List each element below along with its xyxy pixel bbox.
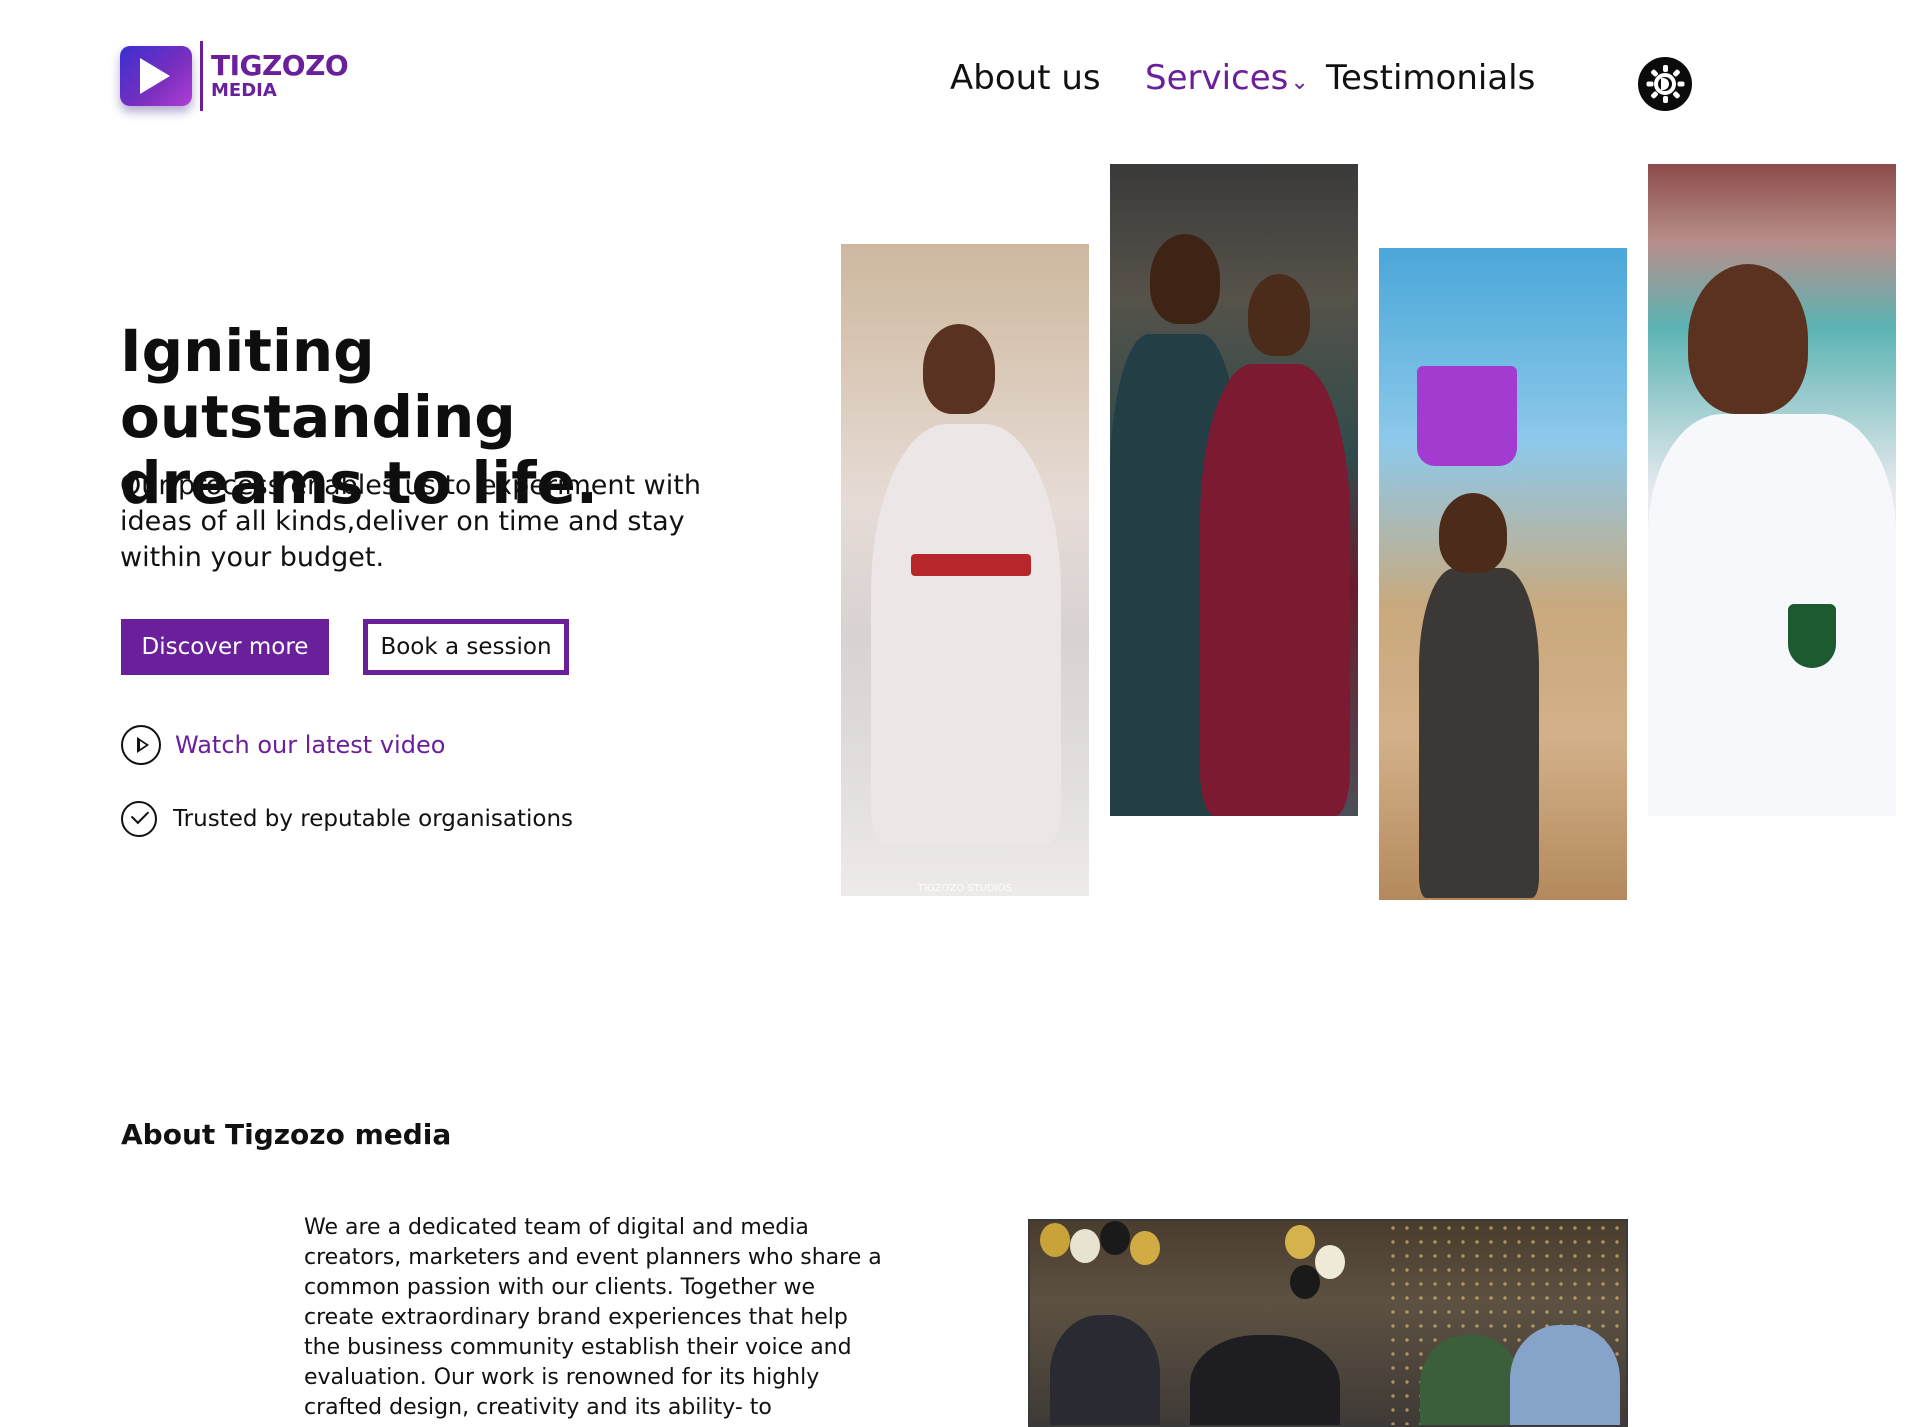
trusted-badge: Trusted by reputable organisations bbox=[121, 801, 573, 837]
logo-line-2: MEDIA bbox=[211, 80, 277, 101]
figure-shape bbox=[1200, 364, 1350, 816]
balloon bbox=[1285, 1225, 1315, 1259]
about-body: We are a dedicated team of digital and m… bbox=[304, 1215, 882, 1420]
nav-about-us-label: About us bbox=[950, 58, 1101, 98]
figure-shape bbox=[1439, 493, 1507, 573]
balloon bbox=[1130, 1231, 1160, 1265]
logo-wordmark: TIGZOZO MEDIA bbox=[211, 49, 349, 101]
nav-testimonials[interactable]: Testimonials bbox=[1326, 58, 1535, 98]
figure-shape bbox=[1417, 366, 1517, 466]
figure-shape bbox=[1688, 264, 1808, 414]
photo-watermark: TIGZOZO STUDIOS bbox=[917, 883, 1013, 894]
sun-ray bbox=[1662, 96, 1668, 103]
sun-ray bbox=[1646, 81, 1653, 87]
nav-services[interactable]: Services⌄ bbox=[1145, 58, 1309, 98]
logo-line-1: TIGZOZO bbox=[211, 49, 349, 82]
watch-video-link[interactable]: Watch our latest video bbox=[121, 725, 445, 765]
figure-shape bbox=[1419, 568, 1539, 898]
watch-video-label: Watch our latest video bbox=[175, 731, 446, 759]
person-shape bbox=[1420, 1335, 1520, 1425]
nav-services-label: Services bbox=[1145, 58, 1289, 98]
logo[interactable]: TIGZOZO MEDIA bbox=[120, 40, 349, 112]
nav-about-us[interactable]: About us bbox=[950, 58, 1101, 98]
balloon bbox=[1070, 1229, 1100, 1263]
balloon bbox=[1290, 1265, 1320, 1299]
figure-shape bbox=[1788, 604, 1836, 668]
discover-more-label: Discover more bbox=[141, 634, 309, 660]
theme-toggle-button[interactable] bbox=[1638, 57, 1692, 111]
discover-more-button[interactable]: Discover more bbox=[121, 619, 329, 675]
person-shape bbox=[1190, 1335, 1340, 1425]
chevron-down-icon: ⌄ bbox=[1290, 70, 1309, 95]
figure-shape bbox=[923, 324, 995, 414]
book-session-label: Book a session bbox=[380, 634, 552, 660]
couple-portrait-photo bbox=[1110, 164, 1358, 816]
sun-ray bbox=[1662, 65, 1668, 72]
logo-divider bbox=[200, 41, 203, 111]
person-shape bbox=[1510, 1325, 1620, 1425]
sun-ray bbox=[1677, 81, 1684, 87]
play-circle-icon bbox=[121, 725, 161, 765]
sun-moon-icon bbox=[1654, 73, 1676, 95]
balloon bbox=[1100, 1221, 1130, 1255]
play-icon bbox=[120, 46, 192, 106]
figure-shape bbox=[871, 424, 1061, 844]
nav-testimonials-label: Testimonials bbox=[1326, 58, 1536, 98]
check-circle-icon bbox=[121, 801, 157, 837]
sun-ray bbox=[1671, 90, 1681, 100]
about-heading: About Tigzozo media bbox=[121, 1118, 452, 1151]
person-shape bbox=[1050, 1315, 1160, 1425]
figure-shape bbox=[1648, 414, 1896, 816]
event-celebration-photo bbox=[1028, 1219, 1628, 1427]
trusted-label: Trusted by reputable organisations bbox=[173, 806, 574, 832]
figure-shape bbox=[1150, 234, 1220, 324]
figure-shape bbox=[1248, 274, 1310, 356]
balloon bbox=[1315, 1245, 1345, 1279]
sun-ray bbox=[1649, 90, 1659, 100]
book-session-button[interactable]: Book a session bbox=[363, 619, 569, 675]
student-in-blazer-photo bbox=[1648, 164, 1896, 816]
hero-description: Our process enables us to experiment wit… bbox=[120, 470, 701, 573]
girl-with-purple-bucket-photo bbox=[1379, 248, 1627, 900]
woman-in-white-dress-photo: TIGZOZO STUDIOS bbox=[841, 244, 1089, 896]
figure-shape bbox=[911, 554, 1031, 576]
balloon bbox=[1040, 1223, 1070, 1257]
